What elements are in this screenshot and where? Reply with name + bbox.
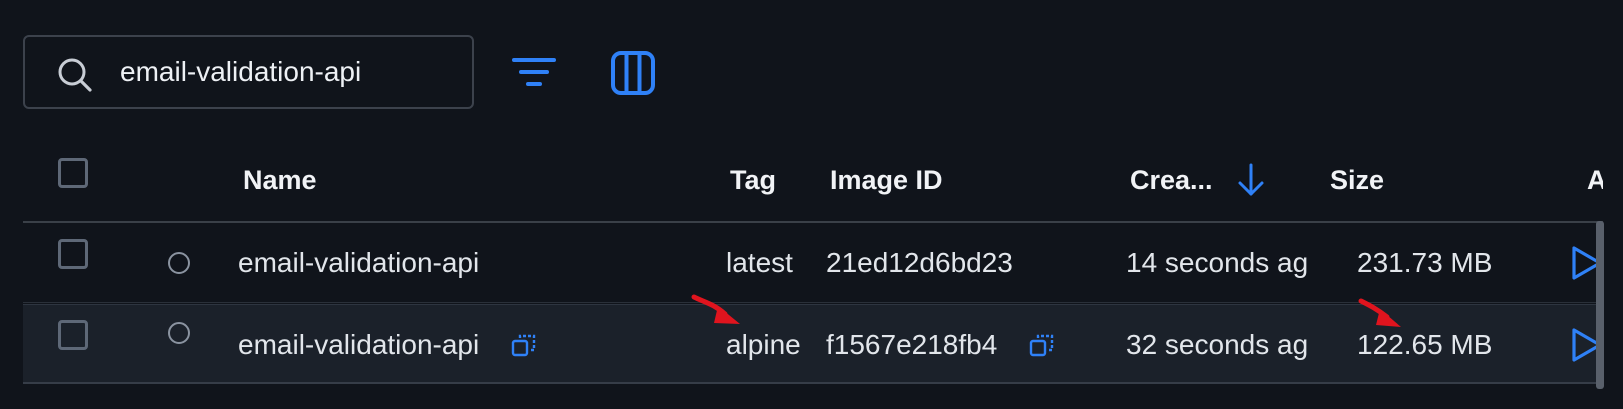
- image-name[interactable]: email-validation-api: [238, 223, 479, 303]
- annotation-arrow-icon: [1358, 298, 1401, 327]
- image-id: f1567e218fb4: [826, 329, 998, 360]
- search-icon: [58, 58, 92, 92]
- filter-button[interactable]: [510, 50, 558, 98]
- created-cell: 14 seconds ag: [1126, 223, 1336, 303]
- column-header-actions[interactable]: Ac: [1587, 140, 1603, 221]
- columns-icon: [611, 51, 655, 95]
- search-field[interactable]: email-validation-api: [23, 35, 474, 109]
- image-tag: latest: [726, 247, 793, 278]
- filter-icon: [512, 58, 556, 86]
- image-id: 21ed12d6bd23: [826, 247, 1013, 278]
- image-size: 231.73 MB: [1357, 247, 1493, 278]
- column-header-tag[interactable]: Tag: [730, 140, 776, 221]
- created-cell: 32 seconds ag: [1126, 305, 1336, 385]
- row-checkbox[interactable]: [58, 320, 88, 350]
- column-header-created[interactable]: Crea...: [1130, 140, 1213, 221]
- annotation-arrow-icon: [691, 294, 740, 324]
- status-indicator: [168, 252, 190, 274]
- search-input[interactable]: email-validation-api: [120, 37, 361, 107]
- created-value: 14 seconds ag: [1126, 247, 1309, 278]
- column-header-actions-clip: Ac: [1587, 140, 1603, 221]
- column-header-image-id[interactable]: Image ID: [830, 140, 943, 221]
- select-all-checkbox[interactable]: [58, 158, 88, 188]
- column-header-name[interactable]: Name: [243, 140, 317, 221]
- columns-button[interactable]: [610, 50, 658, 98]
- column-header-size[interactable]: Size: [1330, 140, 1384, 221]
- copy-icon[interactable]: [511, 333, 537, 359]
- row-checkbox[interactable]: [58, 239, 88, 269]
- table-row[interactable]: email-validation-api latest 21ed12d6bd23…: [23, 223, 1603, 303]
- vertical-scrollbar[interactable]: [1596, 221, 1604, 389]
- status-indicator: [168, 322, 190, 344]
- image-name[interactable]: email-validation-api: [238, 305, 479, 385]
- arrow-down-icon[interactable]: [1236, 162, 1266, 198]
- table-header: Name Tag Image ID Crea... Size: [23, 140, 1603, 221]
- created-value: 32 seconds ag: [1126, 329, 1309, 360]
- copy-icon[interactable]: [1029, 333, 1055, 359]
